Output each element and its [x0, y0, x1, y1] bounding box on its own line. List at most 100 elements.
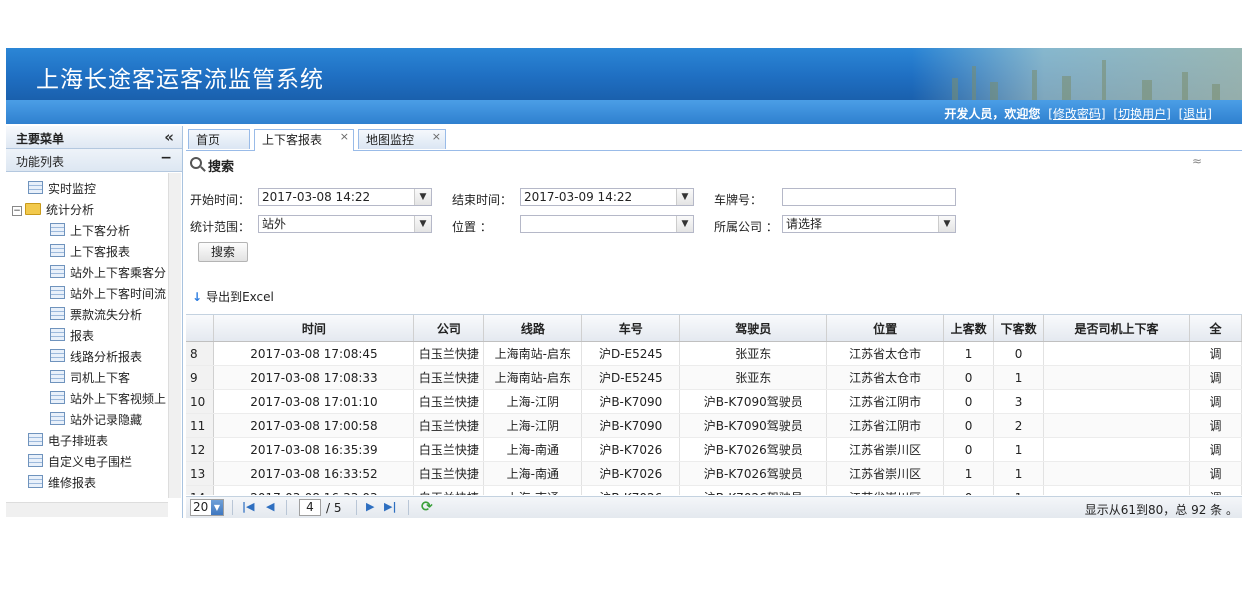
chevron-down-icon[interactable]: ▼: [414, 216, 431, 232]
sidebar-item-statistics[interactable]: − 统计分析: [12, 200, 94, 220]
chevron-down-icon[interactable]: ▼: [414, 189, 431, 205]
cell-route: 上海-南通: [483, 437, 583, 462]
last-page-icon[interactable]: ▶|: [384, 500, 396, 513]
function-list-title: 功能列表: [16, 155, 65, 169]
cell-time: 2017-03-08 17:01:10: [213, 389, 415, 414]
plate-input[interactable]: [782, 188, 956, 206]
search-button[interactable]: 搜索: [198, 242, 248, 262]
cell-driver: 张亚东: [679, 365, 828, 390]
chevron-down-icon[interactable]: ▼: [938, 216, 955, 232]
tab-passenger-report[interactable]: 上下客报表 ×: [254, 129, 354, 151]
sidebar-horizontal-scrollbar[interactable]: [6, 502, 168, 517]
table-row[interactable]: 11 2017-03-08 17:00:58 白玉兰快捷 上海-江阴 沪B-K7…: [186, 413, 1242, 438]
minimize-icon[interactable]: −: [160, 150, 172, 166]
column-header[interactable]: 全: [1189, 315, 1242, 342]
chevron-down-icon[interactable]: ▼: [211, 500, 223, 515]
table-row[interactable]: 12 2017-03-08 16:35:39 白玉兰快捷 上海-南通 沪B-K7…: [186, 437, 1242, 462]
cell-view-link[interactable]: 调: [1189, 461, 1242, 486]
table-row[interactable]: 10 2017-03-08 17:01:10 白玉兰快捷 上海-江阴 沪B-K7…: [186, 389, 1242, 414]
cell-is-driver: [1043, 461, 1190, 486]
next-page-icon[interactable]: ▶: [366, 500, 374, 513]
change-password-link[interactable]: [修改密码]: [1048, 107, 1105, 121]
cell-down: 1: [993, 365, 1045, 390]
expand-icon[interactable]: −: [12, 206, 22, 216]
sidebar-item-schedule[interactable]: 电子排班表: [28, 431, 108, 451]
collapse-panel-icon[interactable]: ≈: [1192, 154, 1202, 168]
column-header[interactable]: 位置: [826, 315, 945, 342]
sidebar-item-route-report[interactable]: 线路分析报表: [50, 347, 142, 367]
table-row[interactable]: 14 2017-03-08 16:33:03 白玉兰快捷 上海-南通 沪B-K7…: [186, 485, 1242, 495]
cell-position: 江苏省太仓市: [826, 341, 945, 366]
table-row[interactable]: 13 2017-03-08 16:33:52 白玉兰快捷 上海-南通 沪B-K7…: [186, 461, 1242, 486]
column-header[interactable]: 公司: [413, 315, 485, 342]
chevron-down-icon[interactable]: ▼: [676, 216, 693, 232]
cell-view-link[interactable]: 调: [1189, 389, 1242, 414]
column-header[interactable]: 线路: [483, 315, 583, 342]
tab-map-monitor[interactable]: 地图监控 ×: [358, 129, 446, 149]
chevron-down-icon[interactable]: ▼: [676, 189, 693, 205]
column-header[interactable]: 是否司机上下客: [1043, 315, 1190, 342]
cell-driver: 张亚东: [679, 341, 828, 366]
sidebar-item-outside-video[interactable]: 站外上下客视频上: [50, 389, 166, 409]
page-size-select[interactable]: 20 ▼: [190, 499, 224, 516]
sidebar-item-outside-passenger[interactable]: 站外上下客乘客分: [50, 263, 166, 283]
close-icon[interactable]: ×: [340, 127, 349, 147]
current-page-input[interactable]: 4: [299, 499, 321, 516]
cell-position: 江苏省崇川区: [826, 461, 945, 486]
close-icon[interactable]: ×: [432, 127, 441, 147]
sidebar-item-report[interactable]: 报表: [50, 326, 94, 346]
sidebar-item-realtime-monitor[interactable]: 实时监控: [28, 179, 96, 199]
cell-view-link[interactable]: 调: [1189, 437, 1242, 462]
sidebar-item-passenger-analysis[interactable]: 上下客分析: [50, 221, 130, 241]
sidebar-item-driver-passenger[interactable]: 司机上下客: [50, 368, 130, 388]
column-header[interactable]: 时间: [213, 315, 415, 342]
table-icon: [28, 475, 43, 488]
column-header[interactable]: 下客数: [993, 315, 1045, 342]
column-header[interactable]: 驾驶员: [679, 315, 828, 342]
row-number: 13: [186, 461, 215, 486]
cell-driver: 沪B-K7026驾驶员: [679, 485, 828, 495]
end-time-label: 结束时间：: [452, 193, 513, 207]
table-row[interactable]: 9 2017-03-08 17:08:33 白玉兰快捷 上海南站-启东 沪D-E…: [186, 365, 1242, 390]
function-list-header[interactable]: 功能列表 −: [6, 149, 182, 172]
company-select[interactable]: 请选择 ▼: [782, 215, 956, 233]
cell-view-link[interactable]: 调: [1189, 413, 1242, 438]
sidebar-item-passenger-report[interactable]: 上下客报表: [50, 242, 130, 262]
sidebar-item-hide-records[interactable]: 站外记录隐藏: [50, 410, 142, 430]
prev-page-icon[interactable]: ◀: [266, 500, 274, 513]
cell-driver: 沪B-K7090驾驶员: [679, 389, 828, 414]
row-number: 8: [186, 341, 215, 366]
column-header[interactable]: 车号: [581, 315, 681, 342]
table-icon: [50, 370, 65, 383]
table-icon: [50, 286, 65, 299]
logout-link[interactable]: [退出]: [1179, 107, 1212, 121]
sidebar-item-fare-loss[interactable]: 票款流失分析: [50, 305, 142, 325]
table-row[interactable]: 8 2017-03-08 17:08:45 白玉兰快捷 上海南站-启东 沪D-E…: [186, 341, 1242, 366]
cell-position: 江苏省崇川区: [826, 437, 945, 462]
sidebar-item-geofence[interactable]: 自定义电子围栏: [28, 452, 132, 472]
search-panel-header: 搜索 ≈: [186, 152, 1242, 175]
cell-route: 上海-江阴: [483, 389, 583, 414]
sidebar-item-repair-report[interactable]: 维修报表: [28, 473, 96, 493]
switch-user-link[interactable]: [切换用户]: [1113, 107, 1170, 121]
export-excel-button[interactable]: ↓ 导出到Excel: [192, 288, 274, 305]
scope-select[interactable]: 站外 ▼: [258, 215, 432, 233]
cell-up: 1: [943, 461, 995, 486]
search-panel-title: 搜索: [208, 160, 235, 175]
collapse-sidebar-icon[interactable]: «: [164, 128, 174, 146]
cell-position: 江苏省江阴市: [826, 413, 945, 438]
refresh-icon[interactable]: ⟳: [421, 499, 433, 515]
position-select[interactable]: ▼: [520, 215, 694, 233]
cell-plate: 沪B-K7026: [581, 437, 681, 462]
end-time-field[interactable]: 2017-03-09 14:22 ▼: [520, 188, 694, 206]
cell-view-link[interactable]: 调: [1189, 341, 1242, 366]
column-header[interactable]: 上客数: [943, 315, 995, 342]
cell-view-link[interactable]: 调: [1189, 365, 1242, 390]
start-time-field[interactable]: 2017-03-08 14:22 ▼: [258, 188, 432, 206]
sidebar-item-outside-time-flow[interactable]: 站外上下客时间流: [50, 284, 166, 304]
tab-home[interactable]: 首页: [188, 129, 250, 149]
cell-route: 上海南站-启东: [483, 341, 583, 366]
cell-view-link[interactable]: 调: [1189, 485, 1242, 495]
sidebar-vertical-scrollbar[interactable]: [168, 173, 181, 498]
first-page-icon[interactable]: |◀: [242, 500, 254, 513]
